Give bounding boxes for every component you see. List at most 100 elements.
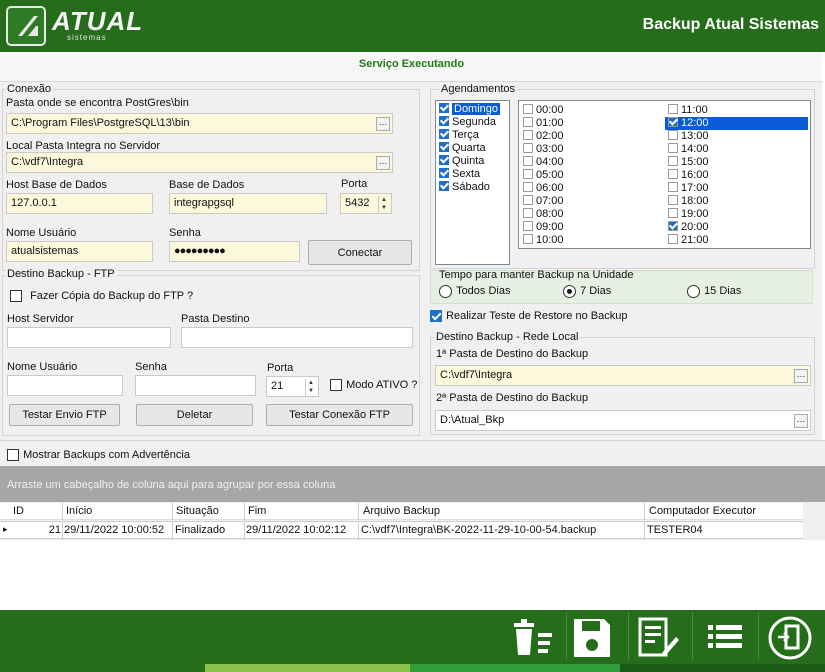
retention-radio-7[interactable] xyxy=(563,285,576,298)
day-item[interactable]: Quarta xyxy=(436,142,509,155)
hour-item[interactable]: 17:00 xyxy=(665,182,808,195)
ftp-port-stepper[interactable]: 21 ▲ ▼ xyxy=(266,376,319,397)
browse-dest2-button[interactable]: … xyxy=(794,414,808,428)
ftp-port-spin-icon[interactable]: ▲ ▼ xyxy=(305,379,316,396)
dest2-field[interactable]: D:\Atual_Bkp … xyxy=(435,410,811,431)
hour-item[interactable]: 07:00 xyxy=(520,195,660,208)
hour-item[interactable]: 10:00 xyxy=(520,234,660,247)
hour-checkbox[interactable] xyxy=(523,130,533,140)
delete-button[interactable]: Deletar xyxy=(136,404,253,426)
hour-checkbox[interactable] xyxy=(523,169,533,179)
hour-item[interactable]: 08:00 xyxy=(520,208,660,221)
restore-test-checkbox-box[interactable] xyxy=(430,310,442,323)
day-checkbox[interactable] xyxy=(439,103,449,113)
hour-item[interactable]: 19:00 xyxy=(665,208,808,221)
browse-integra-button[interactable]: … xyxy=(376,156,390,170)
hour-checkbox[interactable] xyxy=(668,130,678,140)
browse-dest1-button[interactable]: … xyxy=(794,369,808,383)
ftp-password-field[interactable] xyxy=(135,375,256,396)
show-warnings-checkbox[interactable]: Mostrar Backups com Advertência xyxy=(7,449,190,462)
retention-option-15-days[interactable]: 15 Dias xyxy=(687,285,741,298)
hour-item[interactable]: 06:00 xyxy=(520,182,660,195)
exit-icon[interactable] xyxy=(766,615,814,661)
pg-bin-field[interactable]: C:\Program Files\PostgreSQL\13\bin … xyxy=(6,113,393,134)
hour-item[interactable]: 01:00 xyxy=(520,117,660,130)
ftp-copy-checkbox-box[interactable] xyxy=(10,290,22,303)
ftp-dest-field[interactable] xyxy=(181,327,413,348)
day-checkbox[interactable] xyxy=(439,129,449,139)
column-header-computer[interactable]: Computador Executor xyxy=(649,505,756,517)
hour-checkbox[interactable] xyxy=(668,195,678,205)
host-field[interactable]: 127.0.0.1 xyxy=(6,193,153,214)
restore-test-checkbox[interactable]: Realizar Teste de Restore no Backup xyxy=(430,310,627,323)
edit-document-icon[interactable] xyxy=(632,615,680,661)
integra-folder-field[interactable]: C:\vdf7\Integra … xyxy=(6,152,393,173)
hour-item[interactable]: 15:00 xyxy=(665,156,808,169)
port-spin-icon[interactable]: ▲ ▼ xyxy=(378,196,389,213)
hour-item[interactable]: 12:00 xyxy=(665,117,808,130)
retention-option-all-days[interactable]: Todos Dias xyxy=(439,285,510,298)
table-row[interactable]: ▸ 21 29/11/2022 10:00:52 Finalizado 29/1… xyxy=(0,521,803,540)
ftp-host-field[interactable] xyxy=(7,327,171,348)
hour-checkbox[interactable] xyxy=(523,208,533,218)
days-listbox[interactable]: Domingo Segunda Terça Quarta Quinta Sexta Sába… xyxy=(435,100,510,265)
hour-checkbox[interactable] xyxy=(668,208,678,218)
column-header-id[interactable]: ID xyxy=(13,505,24,517)
day-item[interactable]: Quinta xyxy=(436,155,509,168)
hour-item[interactable]: 11:00 xyxy=(665,104,808,117)
hour-checkbox[interactable] xyxy=(523,234,533,244)
user-field[interactable]: atualsistemas xyxy=(6,241,153,262)
hour-checkbox[interactable] xyxy=(523,143,533,153)
hour-checkbox[interactable] xyxy=(668,169,678,179)
hour-checkbox[interactable] xyxy=(668,221,678,231)
column-header-start[interactable]: Início xyxy=(66,505,92,517)
connect-button[interactable]: Conectar xyxy=(308,240,412,265)
day-checkbox[interactable] xyxy=(439,181,449,191)
database-field[interactable]: integrapgsql xyxy=(169,193,327,214)
hour-item[interactable]: 13:00 xyxy=(665,130,808,143)
day-checkbox[interactable] xyxy=(439,116,449,126)
retention-radio-all[interactable] xyxy=(439,285,452,298)
day-checkbox[interactable] xyxy=(439,168,449,178)
hour-item[interactable]: 16:00 xyxy=(665,169,808,182)
day-item[interactable]: Terça xyxy=(436,129,509,142)
hour-item[interactable]: 00:00 xyxy=(520,104,660,117)
retention-option-7-days[interactable]: 7 Dias xyxy=(563,285,611,298)
ftp-copy-checkbox[interactable]: Fazer Cópia do Backup do FTP ? xyxy=(10,290,193,303)
password-field[interactable]: ●●●●●●●●● xyxy=(169,241,300,262)
column-header-file[interactable]: Arquivo Backup xyxy=(363,505,440,517)
hours-listbox[interactable]: 00:00 01:00 02:00 03:00 04:00 05:00 06:00 07:00… xyxy=(518,100,811,249)
retention-radio-15[interactable] xyxy=(687,285,700,298)
ftp-user-field[interactable] xyxy=(7,375,123,396)
day-item[interactable]: Sexta xyxy=(436,168,509,181)
column-header-status[interactable]: Situação xyxy=(176,505,219,517)
hour-item[interactable]: 18:00 xyxy=(665,195,808,208)
browse-pg-bin-button[interactable]: … xyxy=(376,117,390,131)
hour-checkbox[interactable] xyxy=(668,117,678,127)
hour-checkbox[interactable] xyxy=(523,221,533,231)
hour-checkbox[interactable] xyxy=(668,234,678,244)
save-icon[interactable] xyxy=(568,615,616,661)
hour-checkbox[interactable] xyxy=(523,195,533,205)
hour-checkbox[interactable] xyxy=(668,182,678,192)
day-checkbox[interactable] xyxy=(439,142,449,152)
column-header-end[interactable]: Fim xyxy=(248,505,266,517)
ftp-active-checkbox[interactable]: Modo ATIVO ? xyxy=(330,379,417,392)
day-item[interactable]: Domingo xyxy=(436,103,509,116)
day-item[interactable]: Segunda xyxy=(436,116,509,129)
test-ftp-send-button[interactable]: Testar Envio FTP xyxy=(9,404,120,426)
hour-checkbox[interactable] xyxy=(523,104,533,114)
hour-checkbox[interactable] xyxy=(523,117,533,127)
hour-item[interactable]: 05:00 xyxy=(520,169,660,182)
hour-checkbox[interactable] xyxy=(523,156,533,166)
ftp-active-checkbox-box[interactable] xyxy=(330,379,342,392)
dest1-field[interactable]: C:\vdf7\Integra … xyxy=(435,365,811,386)
hour-checkbox[interactable] xyxy=(668,156,678,166)
hour-item[interactable]: 20:00 xyxy=(665,221,808,234)
hour-checkbox[interactable] xyxy=(668,143,678,153)
hour-item[interactable]: 04:00 xyxy=(520,156,660,169)
hour-checkbox[interactable] xyxy=(523,182,533,192)
hour-item[interactable]: 14:00 xyxy=(665,143,808,156)
delete-list-icon[interactable] xyxy=(508,615,556,661)
hour-item[interactable]: 09:00 xyxy=(520,221,660,234)
